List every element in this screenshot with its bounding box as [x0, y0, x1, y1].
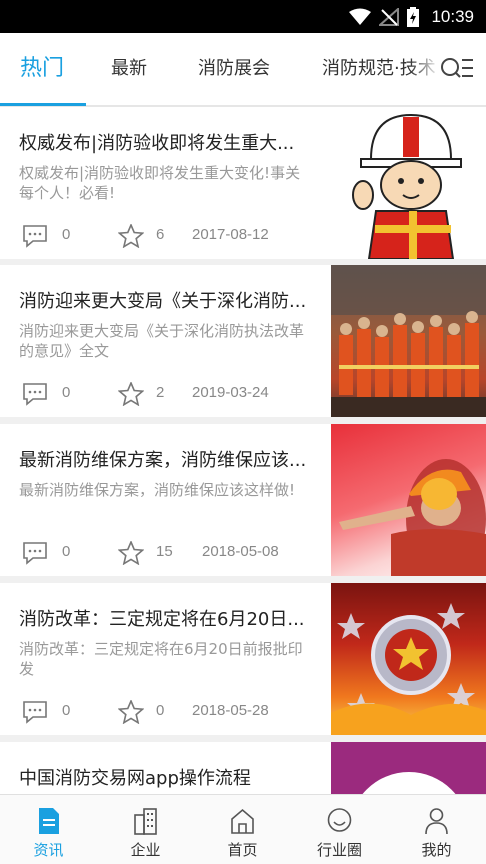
article-summary: 消防改革：三定规定将在6月20日前报批印发 — [19, 640, 303, 678]
article-card[interactable]: 中国消防交易网app操作流程 — [0, 742, 486, 794]
comment-count: 0 — [62, 543, 71, 560]
star-icon[interactable] — [118, 382, 144, 406]
nav-profile-label: 我的 — [421, 841, 452, 859]
building-icon — [134, 808, 157, 835]
article-meta: 0 0 2018-05-28 — [22, 700, 322, 724]
bottom-nav: 资讯 企业 首页 行业圈 我的 — [0, 794, 486, 864]
status-bar: 10:39 — [0, 0, 486, 33]
person-icon — [425, 808, 448, 835]
like-count: 0 — [156, 702, 165, 719]
tab-exhibition[interactable]: 消防展会 — [198, 33, 270, 105]
comment-icon[interactable] — [22, 224, 48, 248]
fire-emblem-image[interactable] — [331, 583, 486, 735]
comment-icon[interactable] — [22, 541, 48, 565]
article-card[interactable]: 权威发布|消防验收即将发生重大... 权威发布|消防验收即将发生重大变化!事关每… — [0, 107, 486, 259]
article-title[interactable]: 中国消防交易网app操作流程 — [19, 764, 319, 790]
publish-date: 2017-08-12 — [192, 226, 269, 243]
article-title[interactable]: 最新消防维保方案，消防维保应该... — [19, 446, 319, 472]
battery-icon — [407, 6, 420, 27]
star-icon[interactable] — [118, 700, 144, 724]
star-icon[interactable] — [118, 224, 144, 248]
tab-hot[interactable]: 热门 — [20, 33, 64, 105]
purple-circle-image[interactable] — [331, 742, 486, 794]
nav-industry-circle-label: 行业圈 — [316, 841, 362, 859]
comment-count: 0 — [62, 702, 71, 719]
publish-date: 2019-03-24 — [192, 384, 269, 401]
article-title[interactable]: 消防改革：三定规定将在6月20日... — [19, 605, 319, 631]
wifi-icon — [349, 8, 372, 25]
home-icon — [231, 808, 254, 834]
news-feed[interactable]: 权威发布|消防验收即将发生重大... 权威发布|消防验收即将发生重大变化!事关每… — [0, 107, 486, 794]
article-summary: 消防迎来更大变局《关于深化消防执法改革的意见》全文 — [19, 322, 305, 360]
category-menu-icon[interactable] — [440, 55, 474, 83]
nav-industry-circle[interactable]: 行业圈 — [291, 795, 388, 864]
tab-latest[interactable]: 最新 — [111, 33, 147, 105]
nav-enterprise-label: 企业 — [130, 841, 161, 859]
article-summary: 最新消防维保方案，消防维保应该这样做! — [19, 481, 296, 499]
like-count: 2 — [156, 384, 165, 401]
publish-date: 2018-05-08 — [202, 543, 279, 560]
signal-icon — [379, 7, 400, 26]
nav-enterprise[interactable]: 企业 — [97, 795, 194, 864]
nav-home-label: 首页 — [227, 841, 258, 859]
status-time: 10:39 — [431, 6, 474, 26]
comment-icon[interactable] — [22, 382, 48, 406]
article-meta: 0 15 2018-05-08 — [22, 541, 322, 565]
news-icon — [39, 808, 59, 834]
article-summary: 权威发布|消防验收即将发生重大变化!事关每个人！必看! — [19, 164, 301, 202]
nav-news[interactable]: 资讯 — [0, 795, 97, 864]
nav-home[interactable]: 首页 — [194, 795, 291, 864]
comment-count: 0 — [62, 384, 71, 401]
comment-icon[interactable] — [22, 700, 48, 724]
nav-profile[interactable]: 我的 — [388, 795, 485, 864]
article-card[interactable]: 消防迎来更大变局《关于深化消防... 消防迎来更大变局《关于深化消防执法改革的意… — [0, 265, 486, 417]
comment-count: 0 — [62, 226, 71, 243]
article-title[interactable]: 权威发布|消防验收即将发生重大... — [19, 129, 319, 155]
article-meta: 0 2 2019-03-24 — [22, 382, 322, 406]
category-tabs: 热门 最新 消防展会 消防规范·技术 — [0, 33, 486, 107]
article-card[interactable]: 最新消防维保方案，消防维保应该... 最新消防维保方案，消防维保应该这样做! 0… — [0, 424, 486, 576]
nav-news-label: 资讯 — [33, 841, 64, 859]
like-count: 15 — [156, 543, 173, 560]
tab-fade — [410, 33, 440, 105]
firefighter-team-image[interactable] — [331, 265, 486, 417]
article-card[interactable]: 消防改革：三定规定将在6月20日... 消防改革：三定规定将在6月20日前报批印… — [0, 583, 486, 735]
article-meta: 0 6 2017-08-12 — [22, 224, 322, 248]
publish-date: 2018-05-28 — [192, 702, 269, 719]
article-title[interactable]: 消防迎来更大变局《关于深化消防... — [19, 287, 319, 313]
star-icon[interactable] — [118, 541, 144, 565]
firefighter-cartoon-image[interactable] — [331, 107, 486, 259]
circle-chat-icon — [327, 808, 352, 832]
active-tab-indicator — [0, 103, 86, 106]
worker-helmet-image[interactable] — [331, 424, 486, 576]
like-count: 6 — [156, 226, 165, 243]
